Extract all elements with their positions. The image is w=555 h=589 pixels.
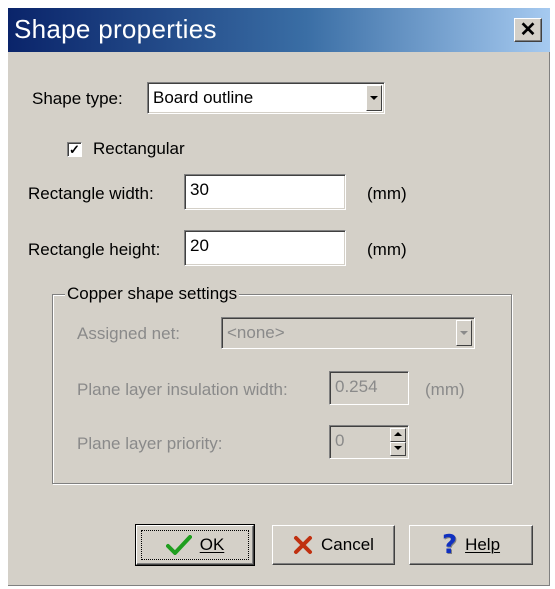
shape-properties-dialog: Shape properties ✕ Shape type: Board out… xyxy=(8,8,550,586)
window-title: Shape properties xyxy=(14,14,217,44)
plane-layer-priority-value: 0 xyxy=(335,431,345,450)
priority-spin-buttons[interactable] xyxy=(390,428,406,456)
insulation-width-label: Plane layer insulation width: xyxy=(77,380,288,399)
insulation-width-unit: (mm) xyxy=(425,380,465,399)
rectangle-height-value: 20 xyxy=(190,236,209,255)
spin-up-icon[interactable] xyxy=(390,428,406,442)
help-label: Help xyxy=(465,535,501,554)
copper-shape-settings-group: Copper shape settings Assigned net: <non… xyxy=(52,284,512,484)
x-icon xyxy=(294,536,313,554)
cancel-label: Cancel xyxy=(321,535,374,554)
shape-type-label: Shape type: xyxy=(32,89,123,108)
ok-label: OK xyxy=(199,535,225,554)
plane-layer-priority-label: Plane layer priority: xyxy=(77,434,223,453)
rectangle-width-unit: (mm) xyxy=(367,184,407,203)
shape-type-value: Board outline xyxy=(153,88,254,107)
title-bar[interactable]: Shape properties ✕ xyxy=(8,8,550,52)
question-icon: ? xyxy=(441,530,458,560)
rectangle-height-label: Rectangle height: xyxy=(28,240,161,259)
rectangle-width-input[interactable]: 30 xyxy=(184,174,346,210)
spin-down-icon[interactable] xyxy=(390,442,406,456)
close-button[interactable]: ✕ xyxy=(514,18,542,42)
rectangular-checkbox[interactable]: ✓ xyxy=(67,142,82,157)
close-icon: ✕ xyxy=(519,19,537,41)
copper-shape-settings-title: Copper shape settings xyxy=(65,284,240,304)
chevron-down-icon xyxy=(460,331,468,335)
plane-layer-priority-spinner[interactable]: 0 xyxy=(329,425,409,459)
cancel-button[interactable]: Cancel xyxy=(272,525,395,565)
assigned-net-dropdown-button[interactable] xyxy=(456,320,472,346)
rectangle-height-input[interactable]: 20 xyxy=(184,230,346,266)
assigned-net-value: <none> xyxy=(227,323,285,342)
check-icon xyxy=(165,535,192,555)
rectangle-width-value: 30 xyxy=(190,180,209,199)
shape-type-dropdown-button[interactable] xyxy=(366,85,382,111)
help-button[interactable]: ? Help xyxy=(409,525,533,565)
ok-button[interactable]: OK xyxy=(135,524,255,566)
rectangular-label: Rectangular xyxy=(93,139,185,158)
focus-ring xyxy=(141,530,249,560)
checkmark-icon: ✓ xyxy=(69,142,80,157)
insulation-width-input[interactable]: 0.254 xyxy=(329,371,409,405)
shape-type-select[interactable]: Board outline xyxy=(147,82,385,114)
rectangle-width-label: Rectangle width: xyxy=(28,184,154,203)
insulation-width-value: 0.254 xyxy=(335,377,378,396)
assigned-net-label: Assigned net: xyxy=(77,324,181,343)
assigned-net-select[interactable]: <none> xyxy=(221,317,475,349)
rectangle-height-unit: (mm) xyxy=(367,240,407,259)
chevron-down-icon xyxy=(370,96,378,100)
